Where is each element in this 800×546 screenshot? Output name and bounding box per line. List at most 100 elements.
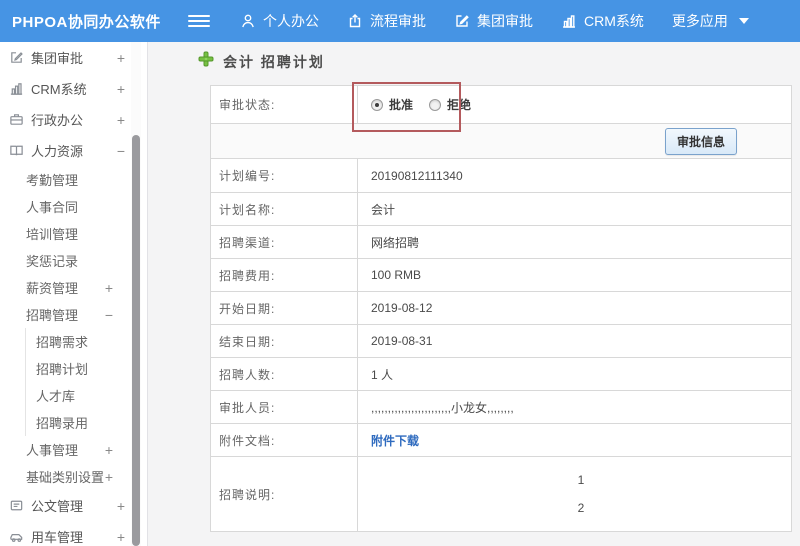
process-approval-icon [347, 13, 363, 29]
field-label: 附件文档: [211, 424, 358, 456]
sidebar-item-group-approval[interactable]: 集团审批 + [0, 42, 147, 73]
sidebar-item-label: 基础类别设置 [26, 470, 105, 485]
nav-item-more-apps[interactable]: 更多应用 [672, 11, 749, 31]
sidebar-item-label: 招聘管理 [26, 308, 79, 323]
sidebar-item-label: 招聘计划 [36, 362, 89, 377]
sidebar-item-label: 招聘需求 [36, 335, 89, 350]
sidebar-item-admin-office[interactable]: 行政办公 + [0, 104, 147, 135]
nav-item-label: CRM系统 [584, 13, 644, 29]
nav-item-crm-system[interactable]: CRM系统 [561, 11, 644, 31]
field-value: ,,,,,,,,,,,,,,,,,,,,,,,,小龙女,,,,,,,, [371, 400, 514, 415]
briefcase-icon [8, 112, 24, 128]
field-label: 招聘费用: [211, 259, 358, 291]
top-nav: 个人办公 流程审批 集团审批 CRM系统 更多应用 [240, 11, 749, 31]
user-icon [240, 13, 256, 29]
sidebar: 集团审批 + CRM系统 + 行政办公 + 人力资源 − 考勤管理 人事合同 培… [0, 42, 148, 546]
expand-toggle[interactable]: + [117, 113, 125, 127]
expand-toggle[interactable]: + [117, 51, 125, 65]
bar-chart-icon [8, 81, 24, 97]
field-value: 100 RMB [371, 268, 422, 282]
collapse-toggle[interactable]: − [117, 144, 125, 158]
car-icon [8, 529, 24, 545]
caret-down-icon [738, 18, 749, 24]
field-label: 计划名称: [211, 193, 358, 225]
radio-option-approve[interactable]: 批准 [371, 96, 413, 113]
expand-toggle[interactable]: + [117, 499, 125, 513]
nav-item-personal-office[interactable]: 个人办公 [240, 11, 319, 31]
sidebar-item-label: 薪资管理 [26, 281, 79, 296]
sidebar-scrollbar-thumb[interactable] [132, 135, 140, 546]
page-header: 会计 招聘计划 [198, 51, 325, 72]
bar-chart-icon [561, 13, 577, 29]
collapse-toggle[interactable]: − [105, 308, 113, 322]
radio-checked-icon[interactable] [371, 98, 383, 111]
nav-item-label: 个人办公 [263, 13, 319, 29]
sidebar-item-personnel-mgmt[interactable]: 人事管理 + [0, 436, 147, 463]
sidebar-item-label: 行政办公 [31, 113, 84, 128]
attachment-download-link[interactable]: 附件下载 [371, 432, 419, 449]
table-row-plan-number: 计划编号: 20190812111340 [211, 159, 791, 193]
table-row-recruit-channel: 招聘渠道: 网络招聘 [211, 226, 791, 259]
expand-toggle[interactable]: + [105, 470, 113, 484]
table-row-recruit-description: 招聘说明: 1 2 [211, 457, 791, 531]
sidebar-item-reward-punish-record[interactable]: 奖惩记录 [0, 247, 147, 274]
edit-square-icon [454, 13, 470, 29]
sidebar-item-recruit-hire[interactable]: 招聘录用 [26, 409, 147, 436]
expand-toggle[interactable]: + [105, 443, 113, 457]
recruit-plan-form: 审批状态: 批准 拒绝 审批信息 计划编号: 20190812111340 计划… [210, 85, 792, 532]
sidebar-item-label: 培训管理 [26, 227, 79, 242]
sidebar-item-document-mgmt[interactable]: 公文管理 + [0, 490, 147, 521]
nav-item-process-approval[interactable]: 流程审批 [347, 11, 426, 31]
sidebar-item-recruit-demand[interactable]: 招聘需求 [26, 328, 147, 355]
expand-toggle[interactable]: + [117, 530, 125, 544]
edit-square-icon [8, 50, 24, 66]
sidebar-item-label: 考勤管理 [26, 173, 79, 188]
sidebar-item-crm-system[interactable]: CRM系统 + [0, 73, 147, 104]
app-logo: PHPOA协同办公软件 [12, 13, 161, 31]
radio-option-reject[interactable]: 拒绝 [429, 96, 471, 113]
sidebar-item-vehicle-mgmt[interactable]: 用车管理 + [0, 521, 147, 546]
field-label: 结束日期: [211, 325, 358, 357]
table-row-recruit-cost: 招聘费用: 100 RMB [211, 259, 791, 292]
nav-item-label: 集团审批 [477, 13, 533, 29]
sidebar-item-human-resources[interactable]: 人力资源 − [0, 135, 147, 166]
table-row-end-date: 结束日期: 2019-08-31 [211, 325, 791, 358]
expand-toggle[interactable]: + [105, 281, 113, 295]
expand-toggle[interactable]: + [117, 82, 125, 96]
field-value: 会计 [371, 202, 396, 217]
field-label: 计划编号: [211, 159, 358, 192]
sidebar-item-label: 招聘录用 [36, 416, 89, 431]
sidebar-item-label: 奖惩记录 [26, 254, 79, 269]
field-value: 网络招聘 [371, 235, 420, 250]
sidebar-item-hr-contract[interactable]: 人事合同 [0, 193, 147, 220]
description-line: 2 [577, 501, 585, 515]
approve-info-button[interactable]: 审批信息 [664, 127, 737, 155]
sidebar-item-base-category-settings[interactable]: 基础类别设置 + [0, 463, 147, 490]
sidebar-item-label: 用车管理 [31, 530, 84, 545]
nav-item-label: 流程审批 [370, 13, 426, 29]
sidebar-item-label: 集团审批 [31, 51, 84, 66]
sidebar-item-talent-pool[interactable]: 人才库 [26, 382, 147, 409]
sidebar-item-attendance-mgmt[interactable]: 考勤管理 [0, 166, 147, 193]
field-label: 审批人员: [211, 391, 358, 423]
table-row-headcount: 招聘人数: 1 人 [211, 358, 791, 391]
sidebar-item-training-mgmt[interactable]: 培训管理 [0, 220, 147, 247]
sidebar-item-label: 人力资源 [31, 144, 84, 159]
nav-item-label: 更多应用 [671, 13, 728, 29]
green-plus-icon [198, 51, 214, 72]
field-label: 开始日期: [211, 292, 358, 324]
radio-unchecked-icon[interactable] [429, 98, 442, 111]
table-row-approval-status: 审批状态: 批准 拒绝 [211, 86, 791, 124]
hamburger-icon[interactable] [188, 15, 210, 27]
table-row-approve-button: 审批信息 [211, 124, 791, 159]
table-row-attachment: 附件文档: 附件下载 [211, 424, 791, 457]
sidebar-item-recruit-plan[interactable]: 招聘计划 [26, 355, 147, 382]
sidebar-item-salary-mgmt[interactable]: 薪资管理 + [0, 274, 147, 301]
description-line: 1 [577, 473, 585, 487]
field-label: 招聘说明: [211, 457, 358, 531]
sidebar-item-label: 人事管理 [26, 443, 79, 458]
sidebar-item-label: 公文管理 [31, 499, 84, 514]
nav-item-group-approval[interactable]: 集团审批 [454, 11, 533, 31]
sidebar-item-label: 人才库 [36, 389, 76, 404]
sidebar-item-recruit-mgmt[interactable]: 招聘管理 − [0, 301, 147, 328]
